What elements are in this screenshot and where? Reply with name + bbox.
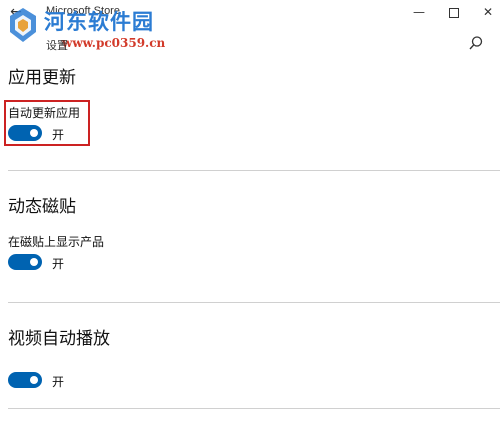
toggle-knob [30, 129, 38, 137]
watermark-name: 河东软件园 [44, 9, 154, 34]
page-title: 设置 [46, 39, 68, 52]
maximize-icon [449, 7, 459, 18]
show-products-on-tile-toggle[interactable] [8, 254, 42, 270]
show-products-on-tile-label: 在磁贴上显示产品 [8, 235, 105, 249]
section-divider [8, 170, 500, 171]
section-title-app-updates: 应用更新 [8, 68, 76, 88]
show-products-on-tile-toggle-state: 开 [52, 257, 65, 271]
close-button[interactable]: ✕ [474, 2, 500, 22]
minimize-icon: — [413, 5, 425, 19]
section-divider [8, 408, 500, 409]
section-title-video-autoplay: 视频自动播放 [8, 329, 110, 349]
close-icon: ✕ [482, 5, 494, 19]
watermark-logo-icon [10, 8, 36, 42]
auto-update-toggle[interactable] [8, 125, 42, 141]
toggle-knob [30, 376, 38, 384]
video-autoplay-toggle-state: 开 [52, 375, 65, 389]
auto-update-label: 自动更新应用 [8, 106, 81, 120]
section-title-live-tiles: 动态磁贴 [8, 197, 76, 217]
auto-update-toggle-state: 开 [52, 128, 65, 142]
maximize-button[interactable] [440, 2, 468, 22]
section-divider [8, 302, 500, 303]
watermark-url: www.pc0359.cn [62, 36, 166, 50]
search-icon[interactable] [468, 35, 484, 51]
minimize-button[interactable]: — [405, 2, 433, 22]
video-autoplay-toggle[interactable] [8, 372, 42, 388]
toggle-knob [30, 258, 38, 266]
watermark: 河东软件园 www.pc0359.cn [0, 0, 170, 55]
